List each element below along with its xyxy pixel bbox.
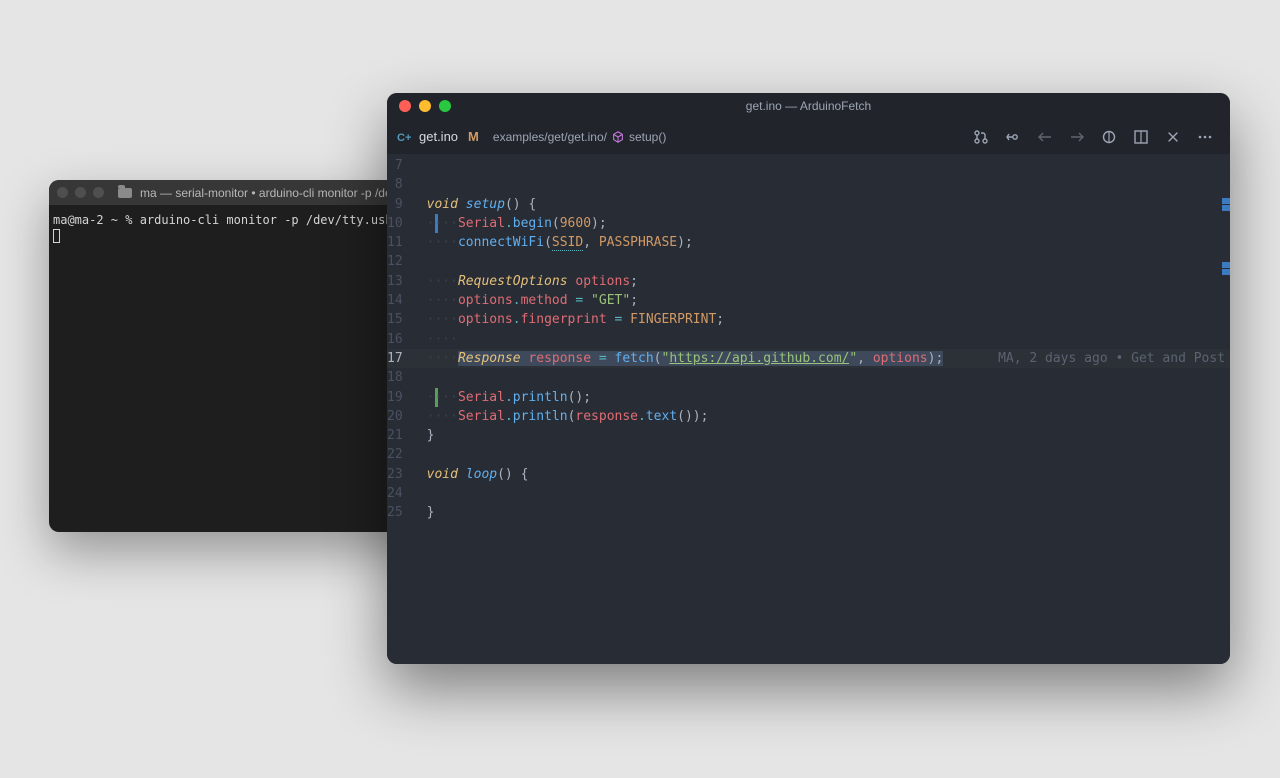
undo-commit-icon[interactable] xyxy=(1004,128,1022,146)
code-line[interactable]: ····Response response = fetch("https://a… xyxy=(427,349,1230,368)
folder-icon xyxy=(118,188,132,198)
code-line[interactable]: } xyxy=(427,426,1230,445)
code-line[interactable]: ····connectWiFi(SSID, PASSPHRASE); xyxy=(427,233,1230,252)
code-line[interactable]: ····options.fingerprint = FINGERPRINT; xyxy=(427,310,1230,329)
breadcrumb-symbol[interactable]: setup() xyxy=(629,130,666,144)
code-line[interactable]: ····Serial.println(); xyxy=(427,388,1230,407)
pull-request-icon[interactable] xyxy=(972,128,990,146)
code-line[interactable]: ····RequestOptions options; xyxy=(427,272,1230,291)
code-line[interactable] xyxy=(427,156,1230,175)
toggle-whitespace-icon[interactable] xyxy=(1100,128,1118,146)
maximize-button[interactable] xyxy=(439,100,451,112)
editor-tabbar[interactable]: C+ get.ino M examples/get/get.ino/ setup… xyxy=(387,119,1230,154)
code-line[interactable]: ····Serial.println(response.text()); xyxy=(427,407,1230,426)
toolbar-icons xyxy=(972,128,1220,146)
svg-text:C+: C+ xyxy=(397,132,411,144)
close-dot-inactive[interactable] xyxy=(57,187,68,198)
close-button[interactable] xyxy=(399,100,411,112)
terminal-traffic-lights xyxy=(57,187,104,198)
code-area[interactable]: void setup() {····Serial.begin(9600);···… xyxy=(419,154,1230,664)
breadcrumb-path[interactable]: examples/get/get.ino/ xyxy=(493,130,607,144)
editor-titlebar[interactable]: get.ino — ArduinoFetch xyxy=(387,93,1230,119)
editor-window-title: get.ino — ArduinoFetch xyxy=(387,99,1230,113)
editor-body[interactable]: 78910111213141516171819202122232425 void… xyxy=(387,154,1230,664)
minimap-scrollbar[interactable] xyxy=(1216,154,1230,664)
code-line[interactable] xyxy=(427,175,1230,194)
terminal-cursor xyxy=(53,229,60,243)
terminal-title: ma — serial-monitor • arduino-cli monito… xyxy=(140,186,392,200)
code-line[interactable]: void loop() { xyxy=(427,465,1230,484)
editor-traffic-lights xyxy=(387,100,451,112)
close-icon[interactable] xyxy=(1164,128,1182,146)
code-line[interactable]: } xyxy=(427,503,1230,522)
next-change-icon[interactable] xyxy=(1068,128,1086,146)
minimize-button[interactable] xyxy=(419,100,431,112)
code-line[interactable]: ····options.method = "GET"; xyxy=(427,291,1230,310)
prev-change-icon[interactable] xyxy=(1036,128,1054,146)
code-line[interactable] xyxy=(427,252,1230,271)
more-icon[interactable] xyxy=(1196,128,1214,146)
breadcrumb[interactable]: examples/get/get.ino/ setup() xyxy=(493,130,666,144)
maximize-dot-inactive[interactable] xyxy=(93,187,104,198)
code-line[interactable] xyxy=(427,445,1230,464)
split-editor-icon[interactable] xyxy=(1132,128,1150,146)
editor-window[interactable]: get.ino — ArduinoFetch C+ get.ino M exam… xyxy=(387,93,1230,664)
cube-icon xyxy=(611,130,625,144)
code-line[interactable] xyxy=(427,484,1230,503)
gitlens-hint: MA, 2 days ago • Get and Post example xyxy=(943,351,1230,366)
line-gutter: 78910111213141516171819202122232425 xyxy=(387,154,419,664)
cpp-file-icon: C+ xyxy=(397,129,413,145)
code-line[interactable]: void setup() { xyxy=(427,195,1230,214)
code-line[interactable] xyxy=(427,368,1230,387)
minimize-dot-inactive[interactable] xyxy=(75,187,86,198)
tab-filename[interactable]: get.ino xyxy=(419,129,458,144)
modified-badge: M xyxy=(468,129,479,144)
code-line[interactable]: ···· xyxy=(427,330,1230,349)
code-line[interactable]: ····Serial.begin(9600); xyxy=(427,214,1230,233)
